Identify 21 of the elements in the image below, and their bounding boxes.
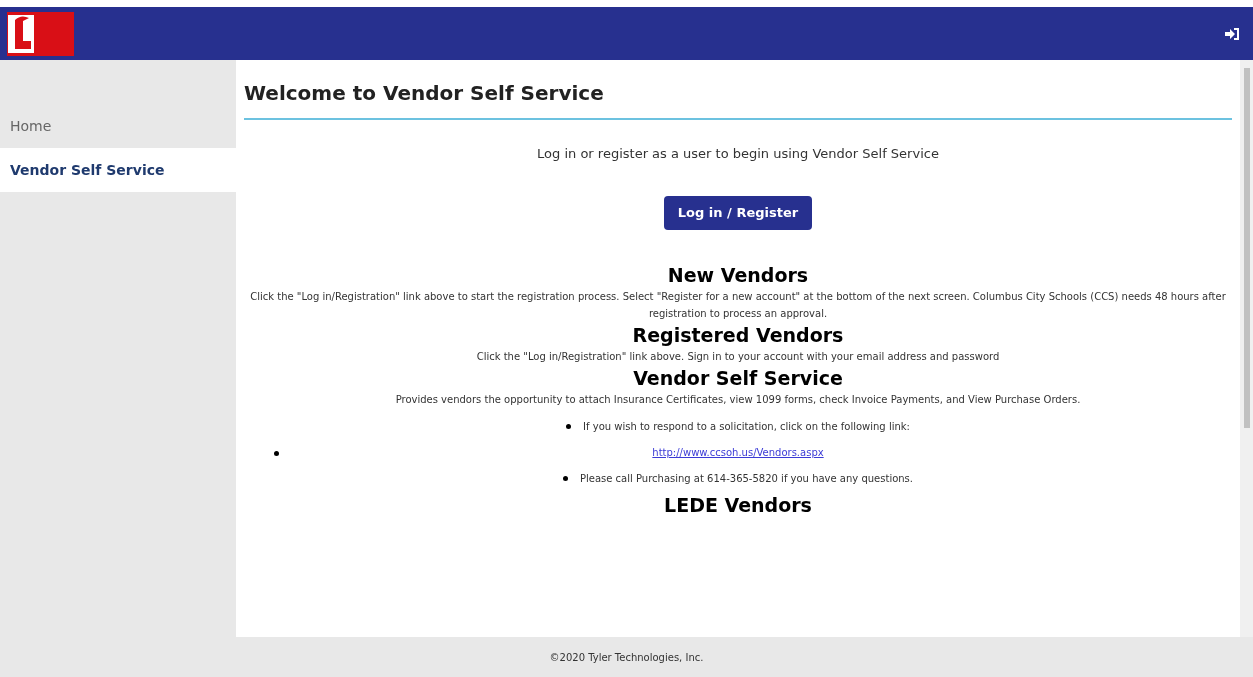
section-heading: Registered Vendors [631, 322, 845, 348]
section-heading: LEDE Vendors [663, 492, 813, 518]
section-heading: New Vendors [666, 262, 810, 288]
page-title: Welcome to Vendor Self Service [244, 60, 1232, 120]
section-text: Click the "Log in/Registration" link above. Sign in to your account with your email address and password [475, 349, 1001, 364]
sign-in-icon[interactable] [1225, 27, 1239, 40]
vendors-link[interactable]: http://www.ccsoh.us/Vendors.aspx [652, 445, 824, 460]
bullet-icon [562, 476, 568, 481]
intro-text: Log in or register as a user to begin using Vendor Self Service [536, 145, 940, 163]
footer-text: ©2020 Tyler Technologies, Inc. [549, 650, 704, 665]
login-register-button[interactable]: Log in / Register [663, 195, 813, 230]
section-text: Provides vendors the opportunity to attach Insurance Certificates, view 1099 forms, check Invoice Payments, and View Purchase Orders. [394, 392, 1082, 407]
logo-icon [7, 11, 74, 56]
bullet-icon [566, 424, 572, 429]
section-text: Click the "Log in/Registration" link above to start the registration process. Select "Register for a new account" at the bottom of the next screen. Columbus City Schools (CCS) needs 48 hours after registration to process an approval. [249, 289, 1227, 321]
bullet-text: If you wish to respond to a solicitation, click on the following link: [583, 420, 910, 434]
sidebar-item[interactable]: Vendor Self Service [0, 148, 236, 192]
section-heading: Vendor Self Service [632, 365, 844, 391]
bullet-text: Please call Purchasing at 614-365-5820 if you have any questions. [579, 472, 913, 486]
bullet-icon [274, 450, 279, 456]
scrollbar[interactable] [1240, 60, 1253, 637]
